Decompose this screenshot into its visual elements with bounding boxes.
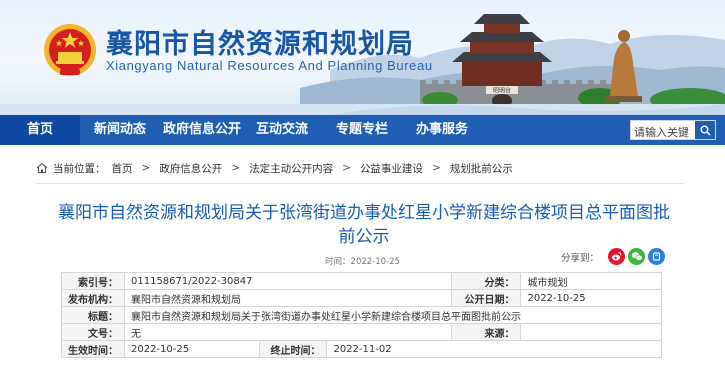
national-emblem-icon <box>44 24 96 76</box>
nav-item-services[interactable]: 办事服务 <box>416 115 468 145</box>
index-no-value: 011158671/2022-30847 <box>124 272 452 290</box>
breadcrumb-item-planning-notice[interactable]: 规划批前公示 <box>450 161 513 176</box>
nav-item-home[interactable]: 首页 <box>0 115 80 145</box>
home-icon <box>36 162 48 174</box>
doc-number-label: 文号： <box>61 323 125 341</box>
article-title: 襄阳市自然资源和规划局关于张湾街道办事处红星小学新建综合楼项目总平面图批前公示 <box>58 203 670 247</box>
breadcrumb-item-public-welfare[interactable]: 公益事业建设 <box>360 161 423 176</box>
subject-label: 标题： <box>61 306 125 324</box>
nav-item-gov-info[interactable]: 政府信息公开 <box>163 115 241 145</box>
share-wechat-button[interactable] <box>628 248 646 265</box>
breadcrumb-item-home[interactable]: 首页 <box>112 161 133 176</box>
breadcrumb-separator: > <box>231 162 241 174</box>
table-row: 索引号： 011158671/2022-30847 分类： 城市规划 <box>61 272 662 290</box>
expiry-date-label: 终止时间： <box>258 340 328 358</box>
wechat-icon <box>631 252 643 261</box>
qzone-icon <box>652 252 661 261</box>
document-info-table: 索引号： 011158671/2022-30847 分类： 城市规划 发布机构：… <box>61 272 662 358</box>
breadcrumb-label: 当前位置： <box>53 162 106 175</box>
nav-item-news[interactable]: 新闻动态 <box>94 115 146 145</box>
table-row: 发布机构： 襄阳市自然资源和规划局 公开日期： 2022-10-25 <box>61 289 662 307</box>
site-title: 襄阳市自然资源和规划局 <box>106 29 414 60</box>
gate-plaque: 昭明台 <box>493 87 511 95</box>
table-row: 生效时间： 2022-10-25 终止时间： 2022-11-02 <box>61 340 662 358</box>
publish-date-label: 公开日期： <box>450 289 522 307</box>
breadcrumb-separator: > <box>431 162 441 174</box>
main-nav: 首页 新闻动态 政府信息公开 互动交流 专题专栏 办事服务 <box>0 115 725 145</box>
divider <box>36 183 684 184</box>
table-row: 标题： 襄阳市自然资源和规划局关于张湾街道办事处红星小学新建综合楼项目总平面图批… <box>61 306 662 324</box>
site-subtitle: Xiangyang Natural Resources And Planning… <box>106 58 433 73</box>
share-label: 分享到： <box>561 252 600 264</box>
share-weibo-button[interactable] <box>608 248 626 265</box>
breadcrumb-item-statutory[interactable]: 法定主动公开内容 <box>249 161 333 176</box>
breadcrumb-separator: > <box>141 162 151 174</box>
publish-date-value: 2022-10-25 <box>520 289 662 307</box>
category-value: 城市规划 <box>520 272 662 290</box>
header-banner: 昭明台 襄阳市自然资源和规划局 Xiangyang Natural Resour… <box>0 0 725 115</box>
nav-item-special-topics[interactable]: 专题专栏 <box>336 115 388 145</box>
source-label: 来源： <box>450 323 522 341</box>
category-label: 分类： <box>450 272 522 290</box>
table-row: 文号： 无 来源： <box>61 323 662 341</box>
weibo-icon <box>612 252 622 261</box>
breadcrumb: 当前位置： 首页 > 政府信息公开 > 法定主动公开内容 > 公益事业建设 > … <box>36 158 513 178</box>
subject-value: 襄阳市自然资源和规划局关于张湾街道办事处红星小学新建综合楼项目总平面图批前公示 <box>124 306 662 324</box>
share-bar: 分享到： <box>561 248 666 265</box>
doc-number-value: 无 <box>124 323 452 341</box>
effective-date-value: 2022-10-25 <box>124 340 260 358</box>
publisher-value: 襄阳市自然资源和规划局 <box>124 289 452 307</box>
expiry-date-value: 2022-11-02 <box>326 340 662 358</box>
publisher-label: 发布机构： <box>61 289 125 307</box>
search-button[interactable] <box>695 121 715 139</box>
breadcrumb-separator: > <box>342 162 351 174</box>
search-icon <box>700 125 711 136</box>
effective-date-label: 生效时间： <box>61 340 125 358</box>
search-box <box>630 120 716 142</box>
search-input[interactable] <box>631 123 693 142</box>
source-value <box>520 323 662 341</box>
index-no-label: 索引号： <box>61 272 125 290</box>
breadcrumb-item-gov-info[interactable]: 政府信息公开 <box>159 161 222 176</box>
share-qzone-button[interactable] <box>648 248 666 265</box>
nav-item-interaction[interactable]: 互动交流 <box>256 115 308 145</box>
